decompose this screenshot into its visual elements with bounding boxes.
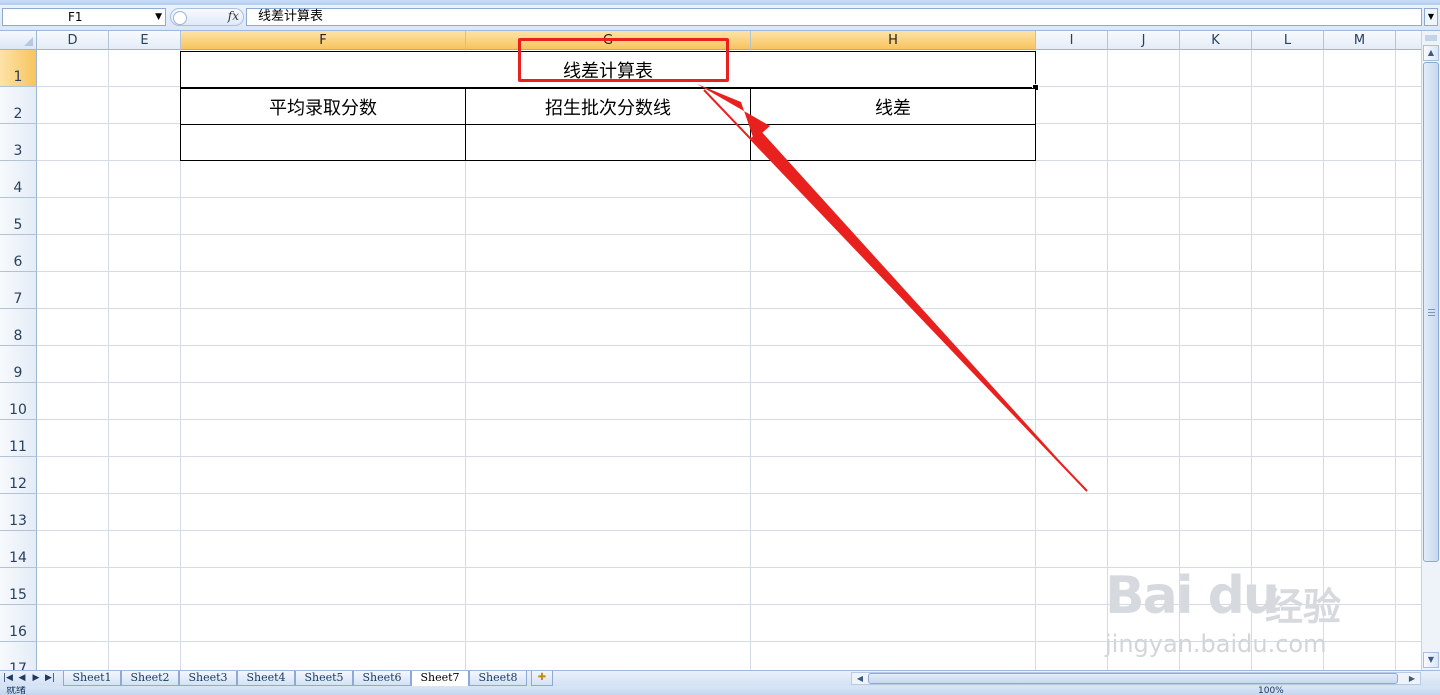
next-sheet-icon[interactable]: ▶ bbox=[30, 672, 42, 685]
gridline bbox=[37, 456, 1421, 457]
gridline bbox=[37, 493, 1421, 494]
row-header-10[interactable]: 10 bbox=[0, 383, 37, 420]
sheet-tab-sheet6[interactable]: Sheet6 bbox=[353, 671, 411, 686]
row-header-4[interactable]: 4 bbox=[0, 161, 37, 198]
sheet-tab-sheet8[interactable]: Sheet8 bbox=[469, 671, 527, 686]
column-header-i[interactable]: I bbox=[1036, 31, 1108, 50]
gridline bbox=[1323, 50, 1324, 670]
gridline bbox=[1395, 50, 1396, 670]
scroll-up-icon[interactable]: ▲ bbox=[1423, 45, 1439, 61]
row-header-9[interactable]: 9 bbox=[0, 346, 37, 383]
column-header-l[interactable]: L bbox=[1252, 31, 1324, 50]
row-header-5[interactable]: 5 bbox=[0, 198, 37, 235]
vertical-scroll-thumb[interactable] bbox=[1423, 62, 1439, 562]
row-header-17[interactable]: 17 bbox=[0, 642, 37, 670]
zoom-level[interactable]: 100% bbox=[1258, 686, 1284, 695]
status-bar: 就绪 100% bbox=[0, 686, 1440, 695]
header-cell-diff[interactable]: 线差 bbox=[750, 88, 1036, 125]
row-header-11[interactable]: 11 bbox=[0, 420, 37, 457]
gridline bbox=[1179, 50, 1180, 670]
chevron-down-icon[interactable]: ▼ bbox=[155, 9, 162, 25]
row-header-13[interactable]: 13 bbox=[0, 494, 37, 531]
sheet-tab-sheet2[interactable]: Sheet2 bbox=[121, 671, 179, 686]
gridline bbox=[37, 234, 1421, 235]
select-all-button[interactable] bbox=[0, 31, 37, 50]
gridline bbox=[1107, 50, 1108, 670]
value-cell[interactable] bbox=[465, 124, 751, 161]
row-header-2[interactable]: 2 bbox=[0, 87, 37, 124]
scroll-down-icon[interactable]: ▼ bbox=[1423, 652, 1439, 668]
column-header-f[interactable]: F bbox=[181, 31, 466, 50]
gridline bbox=[1251, 50, 1252, 670]
header-label: 招生批次分数线 bbox=[545, 97, 671, 119]
row-header-14[interactable]: 14 bbox=[0, 531, 37, 568]
column-header-d[interactable]: D bbox=[37, 31, 109, 50]
column-header-j[interactable]: J bbox=[1108, 31, 1180, 50]
insert-sheet-icon[interactable]: ✚ bbox=[531, 671, 553, 686]
name-box-value: F1 bbox=[68, 10, 83, 24]
column-header-partial[interactable] bbox=[1396, 31, 1422, 50]
row-header-6[interactable]: 6 bbox=[0, 235, 37, 272]
gridline bbox=[37, 419, 1421, 420]
header-cell-avg-score[interactable]: 平均录取分数 bbox=[180, 88, 466, 125]
sheet-tab-sheet3[interactable]: Sheet3 bbox=[179, 671, 237, 686]
gridline bbox=[37, 567, 1421, 568]
row-header-7[interactable]: 7 bbox=[0, 272, 37, 309]
annotation-highlight-box bbox=[518, 38, 729, 82]
formula-bar-resize-icon[interactable] bbox=[173, 11, 187, 25]
scroll-left-icon[interactable]: ◀ bbox=[854, 673, 866, 684]
gridline bbox=[37, 197, 1421, 198]
value-cell[interactable] bbox=[180, 124, 466, 161]
formula-controls: fx bbox=[170, 8, 244, 26]
gridline bbox=[37, 271, 1421, 272]
row-header-8[interactable]: 8 bbox=[0, 309, 37, 346]
gridline bbox=[37, 530, 1421, 531]
header-cell-batch-line[interactable]: 招生批次分数线 bbox=[465, 88, 751, 125]
sheet-tab-sheet1[interactable]: Sheet1 bbox=[63, 671, 121, 686]
vertical-scrollbar[interactable]: ▲ ▼ bbox=[1421, 31, 1440, 670]
horizontal-scroll-thumb[interactable] bbox=[868, 673, 1398, 684]
split-handle[interactable] bbox=[1425, 35, 1437, 41]
row-header-16[interactable]: 16 bbox=[0, 605, 37, 642]
expand-formula-bar-icon[interactable]: ▼ bbox=[1424, 8, 1438, 26]
column-header-m[interactable]: M bbox=[1324, 31, 1396, 50]
insert-function-icon[interactable]: fx bbox=[228, 9, 239, 23]
column-header-k[interactable]: K bbox=[1180, 31, 1252, 50]
gridline bbox=[37, 641, 1421, 642]
row-header-15[interactable]: 15 bbox=[0, 568, 37, 605]
row-header-3[interactable]: 3 bbox=[0, 124, 37, 161]
sheet-tab-sheet4[interactable]: Sheet4 bbox=[237, 671, 295, 686]
formula-input[interactable]: 线差计算表 bbox=[246, 8, 1422, 26]
header-label: 平均录取分数 bbox=[269, 97, 377, 119]
sheet-tab-bar: |◀ ◀ ▶ ▶| Sheet1 Sheet2 Sheet3 Sheet4 Sheet5… bbox=[0, 670, 1440, 687]
gridline bbox=[37, 345, 1421, 346]
gridline bbox=[37, 382, 1421, 383]
sheet-nav: |◀ ◀ ▶ ▶| bbox=[2, 672, 60, 685]
last-sheet-icon[interactable]: ▶| bbox=[44, 672, 56, 685]
first-sheet-icon[interactable]: |◀ bbox=[2, 672, 14, 685]
row-header-1[interactable]: 1 bbox=[0, 50, 37, 87]
formula-bar: F1 ▼ fx 线差计算表 ▼ bbox=[0, 5, 1440, 31]
row-headers: 1 2 3 4 5 6 7 8 9 10 11 12 13 14 15 16 17 bbox=[0, 50, 37, 670]
column-header-h[interactable]: H bbox=[751, 31, 1036, 50]
gridline bbox=[37, 308, 1421, 309]
scroll-right-icon[interactable]: ▶ bbox=[1406, 673, 1418, 684]
prev-sheet-icon[interactable]: ◀ bbox=[16, 672, 28, 685]
sheet-tab-sheet5[interactable]: Sheet5 bbox=[295, 671, 353, 686]
header-label: 线差 bbox=[875, 97, 911, 119]
status-ready: 就绪 bbox=[6, 686, 26, 695]
gridline bbox=[108, 50, 109, 670]
row-header-12[interactable]: 12 bbox=[0, 457, 37, 494]
column-header-e[interactable]: E bbox=[109, 31, 181, 50]
gridline bbox=[37, 604, 1421, 605]
name-box[interactable]: F1 ▼ bbox=[2, 8, 166, 26]
horizontal-scrollbar[interactable]: ◀ ▶ bbox=[851, 672, 1421, 685]
value-cell[interactable] bbox=[750, 124, 1036, 161]
sheet-tab-sheet7[interactable]: Sheet7 bbox=[411, 671, 469, 687]
